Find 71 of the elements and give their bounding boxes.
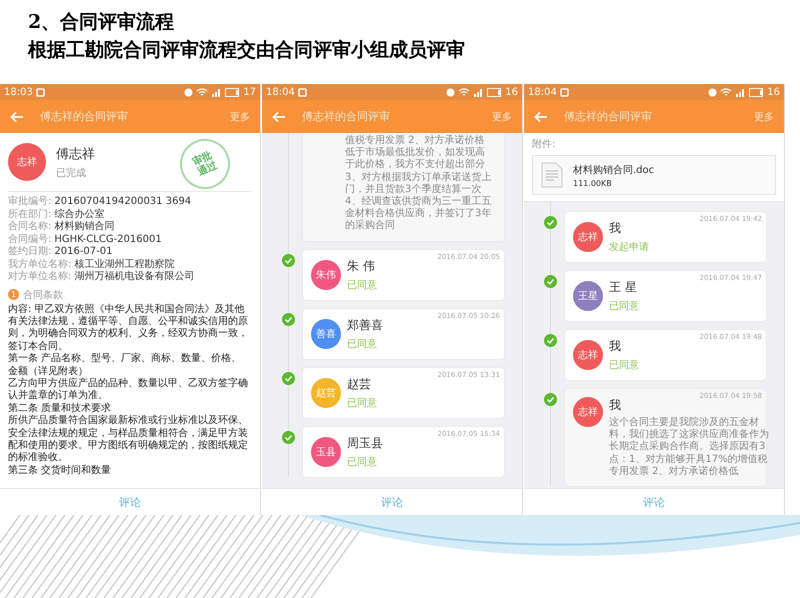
file-size: 111.00KB (573, 178, 613, 188)
section-title: 合同条款 (23, 288, 63, 302)
battery-level: 16 (767, 86, 780, 98)
attachment-file[interactable]: 材料购销合同.doc 111.00KB (532, 155, 776, 195)
field-value: HGHK-CLCG-2016001 (54, 234, 162, 244)
status-time: 18:03 (4, 86, 33, 98)
comment-text: 值税专用发票 2、对方承诺价格低于市场最低批发价，如发现高于此价格，我方不支付超出部分 3、对方根据我方订单承诺送货上门，并且货款3个季度结算一次 4、经调查该供货商为三一重工五金材料合格供应商，并签订了3年的采购合同 (345, 135, 492, 233)
approval-status: 已同意 (609, 300, 639, 313)
slide-title: 根据工勘院合同评审流程交由合同评审小组成员评审 (28, 38, 466, 63)
comment-button[interactable]: 评论 (524, 488, 784, 515)
contract-text: 第二条 质量和技术要求 (8, 402, 112, 414)
request-status: 已完成 (56, 166, 87, 180)
field-label: 签约日期: (8, 246, 52, 257)
attachment-label: 附件: (532, 138, 556, 151)
avatar: 善喜 (311, 318, 341, 349)
avatar: 志祥 (8, 143, 46, 181)
battery-level: 16 (505, 86, 518, 98)
approval-status: 发起申请 (609, 240, 649, 254)
screen-title: 傅志祥的合同评审 (564, 109, 652, 124)
avatar: 志祥 (573, 222, 603, 252)
section-number: 1 (8, 289, 19, 300)
field-label: 对方单位名称: (8, 271, 72, 282)
avatar: 志祥 (573, 340, 603, 370)
comment-text: 这个合同主要是我院涉及的五金材料，我们挑选了这家供应商准备作为长期定点采购合作商。选择原因有3点：1、对方能够开具17%的增值税专用发票 2、对方承诺价格低 (609, 417, 769, 478)
status-time: 18:04 (528, 86, 557, 98)
field-label: 审批编号: (8, 196, 52, 207)
avatar: 玉县 (311, 436, 341, 467)
approver-name: 我 (609, 338, 622, 355)
contract-text: 乙方向甲方供应产品的品种、数量以甲、乙双方签字确认并盖章的订单为准。 (8, 378, 249, 402)
contract-text: 所供产品质量符合国家最新标准或行业标准以及环保、安全法律法规的规定，与样品质量相符合，满足甲方装配和使用的要求。甲方图纸有明确规定的，按图纸规定的标准验收。 (8, 415, 249, 464)
avatar: 王星 (573, 281, 603, 311)
field-value: 20160704194200031 3694 (54, 196, 192, 207)
contract-text: 内容: 甲乙双方依照《中华人民共和国合同法》及其他有关法律法规，遵循平等、自愿、公平和诚实信用的原则，为明确合同双方的权利、义务，经双方协商一致，签订本合同。 (8, 304, 249, 352)
approval-status: 已同意 (347, 278, 377, 292)
avatar: 志祥 (573, 397, 603, 427)
contract-text: 第三条 交货时间和数量 (8, 464, 112, 478)
approval-status: 已同意 (347, 456, 378, 469)
comment-button[interactable]: 评论 (0, 488, 260, 515)
field-value: 湖州万福机电设备有限公司 (74, 271, 194, 282)
field-value: 2016-07-01 (54, 246, 112, 257)
field-label: 我方单位名称: (8, 258, 72, 270)
file-name: 材料购销合同.doc (573, 164, 654, 176)
contract-text: 第一条 产品名称、型号、厂家、商标、数量、价格、金额（详见附表） (8, 353, 242, 378)
applicant-name: 傅志祥 (56, 146, 95, 162)
field-value: 综合办公室 (54, 208, 104, 220)
avatar: 赵芸 (311, 378, 341, 408)
approver-name: 周玉县 (347, 434, 383, 452)
avatar: 朱伟 (311, 260, 341, 290)
approval-status: 已同意 (347, 338, 378, 351)
more-link[interactable]: 更多 (754, 110, 774, 124)
field-label: 合同名称: (8, 221, 52, 232)
approver-name: 王 星 (609, 279, 638, 296)
battery-level: 17 (243, 86, 256, 98)
approver-name: 赵芸 (347, 376, 372, 393)
comment-button[interactable]: 评论 (262, 488, 522, 515)
field-value: 核工业湖州工程勘察院 (74, 258, 174, 270)
screen-title: 傅志祥的合同评审 (40, 109, 128, 124)
slide-title: 2、合同评审流程 (28, 10, 176, 35)
approver-name: 我 (609, 397, 622, 414)
field-label: 合同编号: (8, 234, 52, 244)
more-link[interactable]: 更多 (492, 110, 512, 124)
more-link[interactable]: 更多 (230, 110, 250, 124)
approver-name: 我 (609, 220, 622, 237)
screen-title: 傅志祥的合同评审 (302, 109, 390, 124)
approver-name: 朱 伟 (347, 258, 376, 275)
field-value: 材料购销合同 (54, 221, 114, 232)
field-label: 所在部门: (8, 208, 52, 220)
approval-status: 已同意 (347, 396, 377, 410)
status-time: 18:04 (266, 86, 295, 98)
approver-name: 郑善喜 (347, 316, 383, 334)
approval-status: 已同意 (609, 358, 639, 372)
